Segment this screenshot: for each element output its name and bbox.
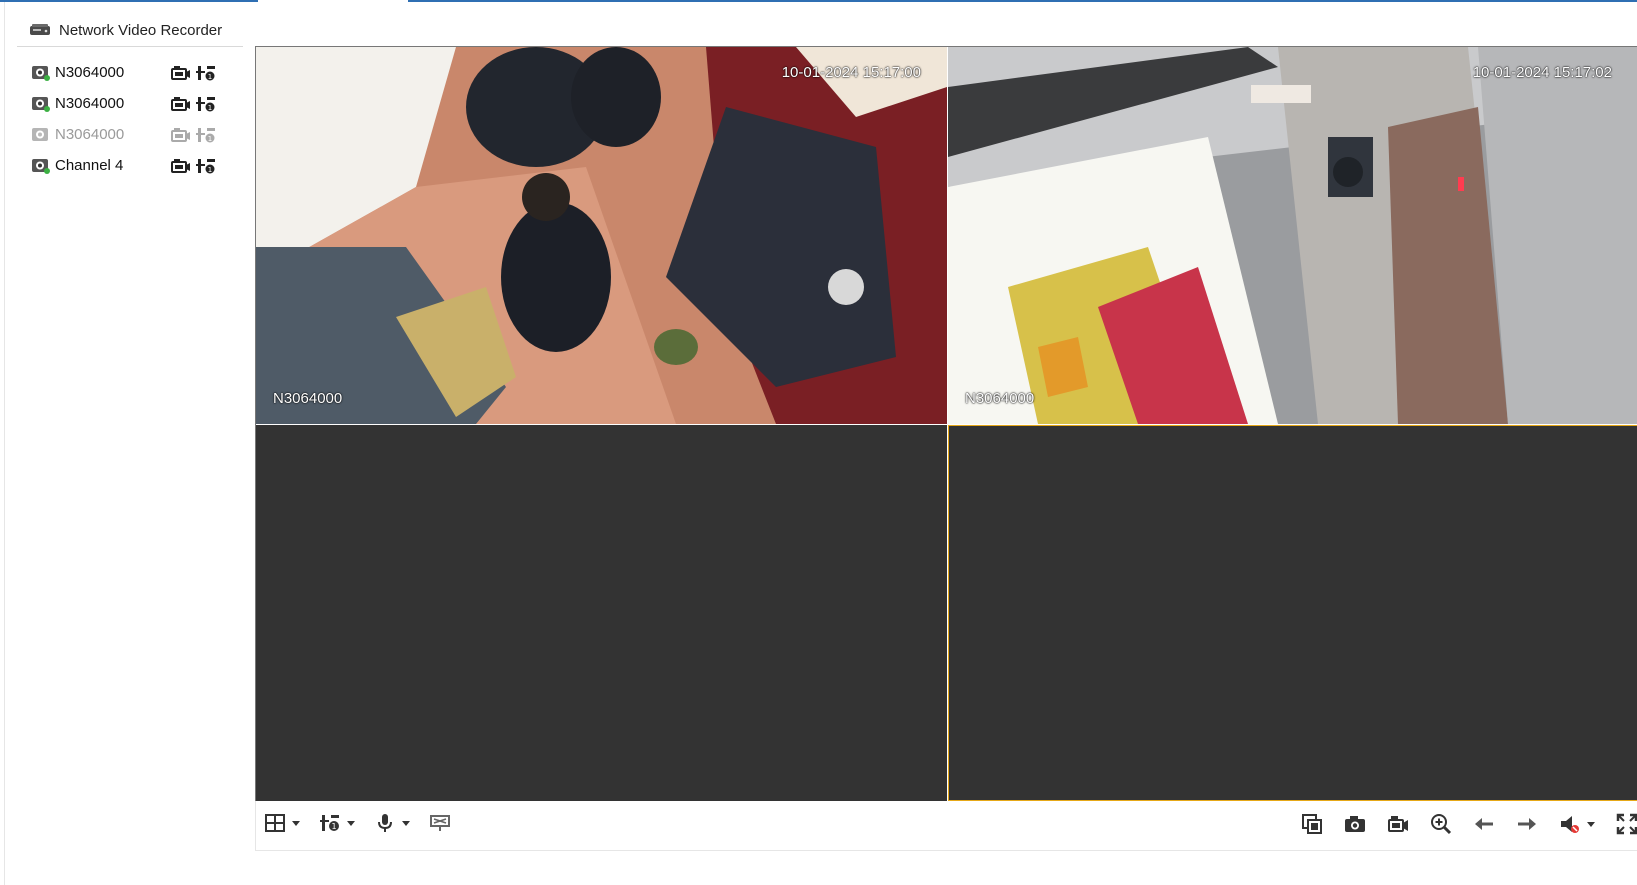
record-icon[interactable] <box>170 64 191 82</box>
live-video-feed <box>948 47 1637 424</box>
video-pane-1[interactable]: 10-01-2024 15:17:00 N3064000 <box>256 47 947 424</box>
nvr-device-icon <box>30 24 50 35</box>
volume-muted-icon <box>1561 816 1579 833</box>
layout-grid-icon <box>265 814 285 832</box>
fullscreen-button[interactable] <box>1616 813 1637 835</box>
audio-talk-button[interactable] <box>374 813 410 833</box>
stream-info-icon[interactable]: 1 <box>196 64 217 82</box>
channel-item[interactable]: N3064000 1 <box>17 119 243 150</box>
fullscreen-icon <box>1616 813 1637 835</box>
stream-info-icon[interactable]: 1 <box>196 126 217 144</box>
video-grid: 10-01-2024 15:17:00 N3064000 10-01-2024 … <box>255 46 1637 801</box>
playback-toolbar: 1 <box>255 801 1637 851</box>
svg-text:1: 1 <box>208 104 212 112</box>
channel-label: Channel 4 <box>55 157 124 174</box>
live-video-feed <box>256 47 947 424</box>
chevron-down-icon <box>347 820 355 826</box>
close-all-icon <box>1302 814 1322 834</box>
osd-timestamp: 10-01-2024 15:17:00 <box>781 64 921 81</box>
svg-text:1: 1 <box>208 166 212 174</box>
channel-item[interactable]: N3064000 1 <box>17 88 243 119</box>
stream-info-icon[interactable]: 1 <box>196 95 217 113</box>
camera-online-icon <box>32 158 50 174</box>
next-page-button[interactable] <box>1516 813 1538 835</box>
record-all-icon <box>1388 816 1408 832</box>
osd-camera-name: N3064000 <box>273 390 343 407</box>
chevron-down-icon <box>292 820 300 826</box>
snapshot-button[interactable] <box>1344 813 1366 835</box>
record-all-button[interactable] <box>1387 813 1409 835</box>
video-pane-4[interactable] <box>948 425 1637 801</box>
chevron-down-icon <box>402 820 410 826</box>
stream-select-button[interactable]: 1 <box>319 813 355 833</box>
channel-item[interactable]: N3064000 1 <box>17 57 243 88</box>
camera-offline-icon <box>32 127 48 141</box>
window-layout-button[interactable] <box>264 813 300 833</box>
snapshot-icon <box>1345 816 1365 832</box>
top-accent-bar <box>0 0 1637 2</box>
svg-text:1: 1 <box>331 822 336 831</box>
channel-label: N3064000 <box>55 64 125 81</box>
camera-online-icon <box>32 65 50 81</box>
svg-text:1: 1 <box>208 135 212 143</box>
active-tab-gap <box>258 0 408 2</box>
previous-page-icon <box>1475 818 1493 830</box>
ptz-icon <box>430 815 450 831</box>
record-icon[interactable] <box>170 126 191 144</box>
previous-page-button[interactable] <box>1473 813 1495 835</box>
digital-zoom-icon <box>1431 814 1452 835</box>
device-title: Network Video Recorder <box>59 21 223 39</box>
channel-list: N3064000 1 N3064000 1 N3064000 1 Channel… <box>17 57 243 181</box>
page-left-border <box>4 2 5 885</box>
channel-item[interactable]: Channel 4 1 <box>17 150 243 181</box>
channel-label: N3064000 <box>55 95 125 112</box>
record-icon[interactable] <box>170 157 191 175</box>
device-tree: Network Video Recorder N3064000 1 N30640… <box>17 14 243 181</box>
osd-timestamp: 10-01-2024 15:17:02 <box>1472 64 1612 81</box>
microphone-icon <box>378 814 392 832</box>
digital-zoom-button[interactable] <box>1430 813 1452 835</box>
stream-select-icon: 1 <box>320 815 339 831</box>
video-pane-2[interactable]: 10-01-2024 15:17:02 N3064000 <box>948 47 1637 424</box>
chevron-down-icon <box>1587 821 1595 827</box>
video-pane-3[interactable] <box>256 425 947 801</box>
ptz-button[interactable] <box>429 813 451 833</box>
svg-text:1: 1 <box>208 73 212 81</box>
device-node-nvr[interactable]: Network Video Recorder <box>17 14 243 47</box>
stream-info-icon[interactable]: 1 <box>196 157 217 175</box>
next-page-icon <box>1518 818 1536 830</box>
channel-label: N3064000 <box>55 126 125 143</box>
camera-online-icon <box>32 96 50 112</box>
volume-button[interactable] <box>1559 813 1595 835</box>
close-all-button[interactable] <box>1301 813 1323 835</box>
osd-camera-name: N3064000 <box>965 390 1035 407</box>
record-icon[interactable] <box>170 95 191 113</box>
